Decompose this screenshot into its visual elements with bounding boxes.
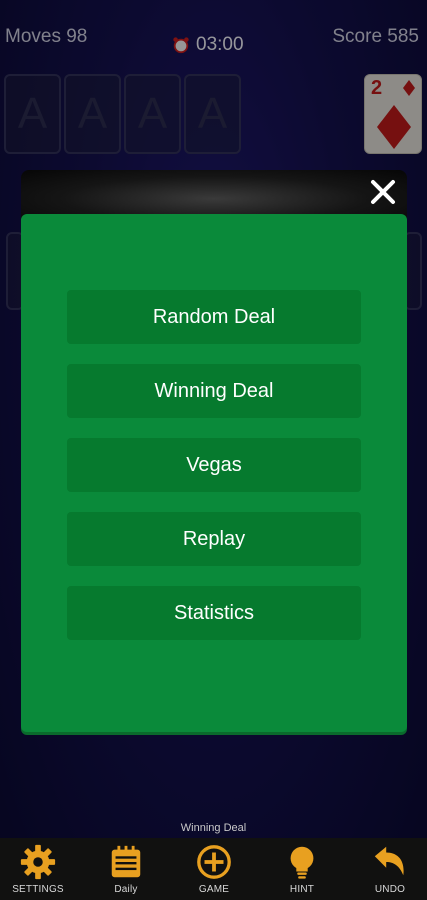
settings-label: SETTINGS xyxy=(12,884,64,895)
undo-arrow-icon xyxy=(374,846,404,876)
gear-icon xyxy=(20,844,56,880)
undo-button[interactable]: UNDO xyxy=(350,838,427,900)
plus-circle-icon xyxy=(197,845,231,879)
random-deal-button[interactable]: Random Deal xyxy=(67,290,361,344)
new-game-modal: Random Deal Winning Deal Vegas Replay St… xyxy=(21,170,407,732)
hint-button[interactable]: HINT xyxy=(262,838,342,900)
lightbulb-icon xyxy=(290,846,314,879)
close-icon[interactable] xyxy=(369,178,397,206)
game-button[interactable]: GAME xyxy=(174,838,254,900)
undo-label: UNDO xyxy=(374,884,406,895)
deal-type-label: Winning Deal xyxy=(180,822,247,834)
calendar-icon xyxy=(111,845,141,878)
vegas-button[interactable]: Vegas xyxy=(67,438,361,492)
daily-label: Daily xyxy=(114,884,138,895)
daily-button[interactable]: Daily xyxy=(86,838,166,900)
bottom-toolbar: SETTINGS Daily GAME HINT UNDO xyxy=(0,838,427,900)
modal-body: Random Deal Winning Deal Vegas Replay St… xyxy=(21,214,407,732)
game-label: GAME xyxy=(198,884,230,895)
replay-button[interactable]: Replay xyxy=(67,512,361,566)
statistics-button[interactable]: Statistics xyxy=(67,586,361,640)
modal-header xyxy=(21,170,407,218)
winning-deal-button[interactable]: Winning Deal xyxy=(67,364,361,418)
settings-button[interactable]: SETTINGS xyxy=(0,838,78,900)
hint-label: HINT xyxy=(289,884,315,895)
